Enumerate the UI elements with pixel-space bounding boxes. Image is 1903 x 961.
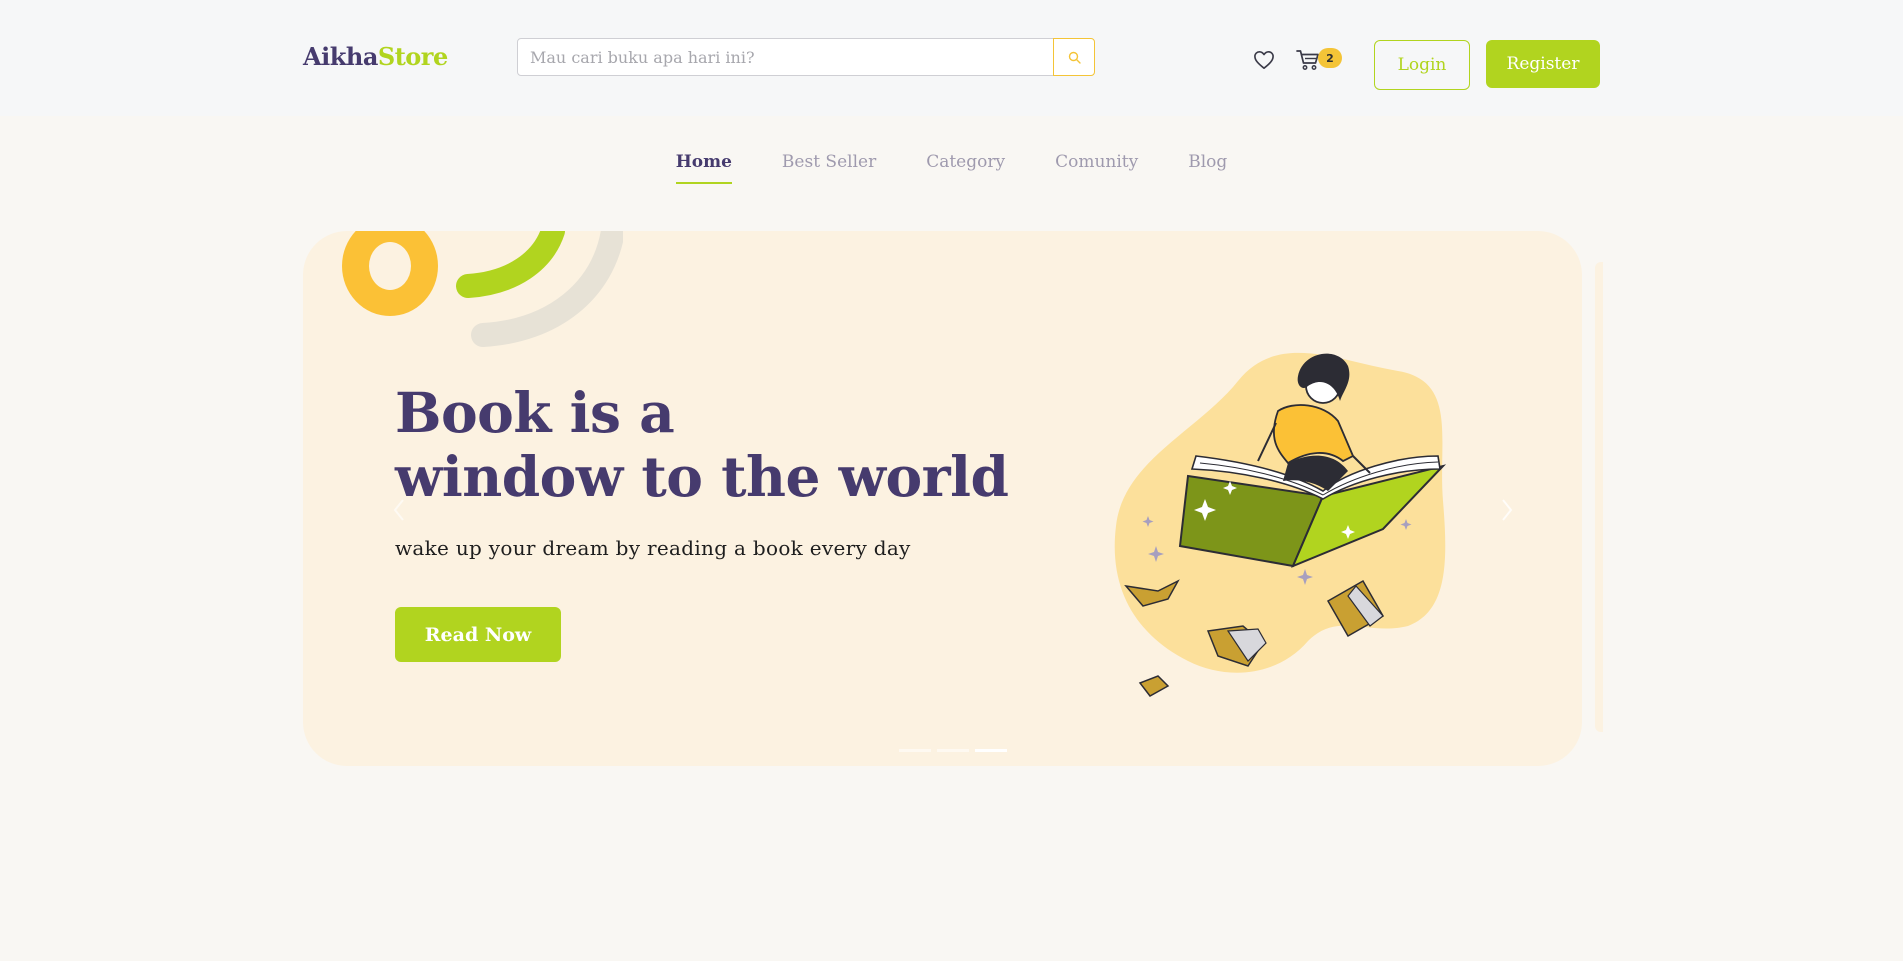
- hero-title-line-2: window to the world: [395, 444, 1009, 509]
- chevron-left-icon: [393, 499, 404, 521]
- decorative-shapes: [342, 231, 623, 347]
- hero-carousel: Book is a window to the world wake up yo…: [303, 231, 1582, 766]
- nav-item-home[interactable]: Home: [675, 152, 732, 184]
- chevron-right-icon: [1502, 499, 1513, 521]
- next-slide-peek: [1595, 262, 1603, 732]
- hero-title: Book is a window to the world: [395, 381, 1009, 509]
- hero-title-line-1: Book is a: [395, 380, 675, 445]
- carousel-indicators: [899, 749, 1007, 752]
- main-nav: Home Best Seller Category Comunity Blog: [0, 152, 1903, 184]
- logo-text-primary: Aikha: [303, 42, 378, 71]
- search-icon: [1068, 51, 1081, 64]
- nav-item-blog[interactable]: Blog: [1188, 152, 1227, 184]
- search-button[interactable]: [1053, 38, 1095, 76]
- nav-item-category[interactable]: Category: [926, 152, 1005, 184]
- reading-girl-illustration: [1114, 352, 1447, 697]
- logo-text-secondary: Store: [377, 42, 448, 71]
- hero-subtitle: wake up your dream by reading a book eve…: [395, 536, 911, 560]
- register-button[interactable]: Register: [1486, 40, 1600, 88]
- logo[interactable]: AikhaStore: [303, 42, 448, 71]
- carousel-prev-button[interactable]: [387, 490, 411, 530]
- heart-icon: [1254, 51, 1274, 69]
- wishlist-button[interactable]: [1252, 48, 1276, 72]
- header: AikhaStore 2 Login Register: [0, 0, 1903, 116]
- cart-count-badge: 2: [1318, 48, 1342, 68]
- carousel-dot-1[interactable]: [899, 749, 931, 752]
- carousel-dot-3[interactable]: [975, 749, 1007, 752]
- nav-item-best-seller[interactable]: Best Seller: [782, 152, 876, 184]
- cart-icon: [1296, 50, 1319, 70]
- login-button[interactable]: Login: [1374, 40, 1470, 90]
- search-input[interactable]: [517, 38, 1054, 76]
- read-now-button[interactable]: Read Now: [395, 607, 561, 662]
- carousel-next-button[interactable]: [1495, 490, 1519, 530]
- carousel-dot-2[interactable]: [937, 749, 969, 752]
- nav-item-comunity[interactable]: Comunity: [1055, 152, 1138, 184]
